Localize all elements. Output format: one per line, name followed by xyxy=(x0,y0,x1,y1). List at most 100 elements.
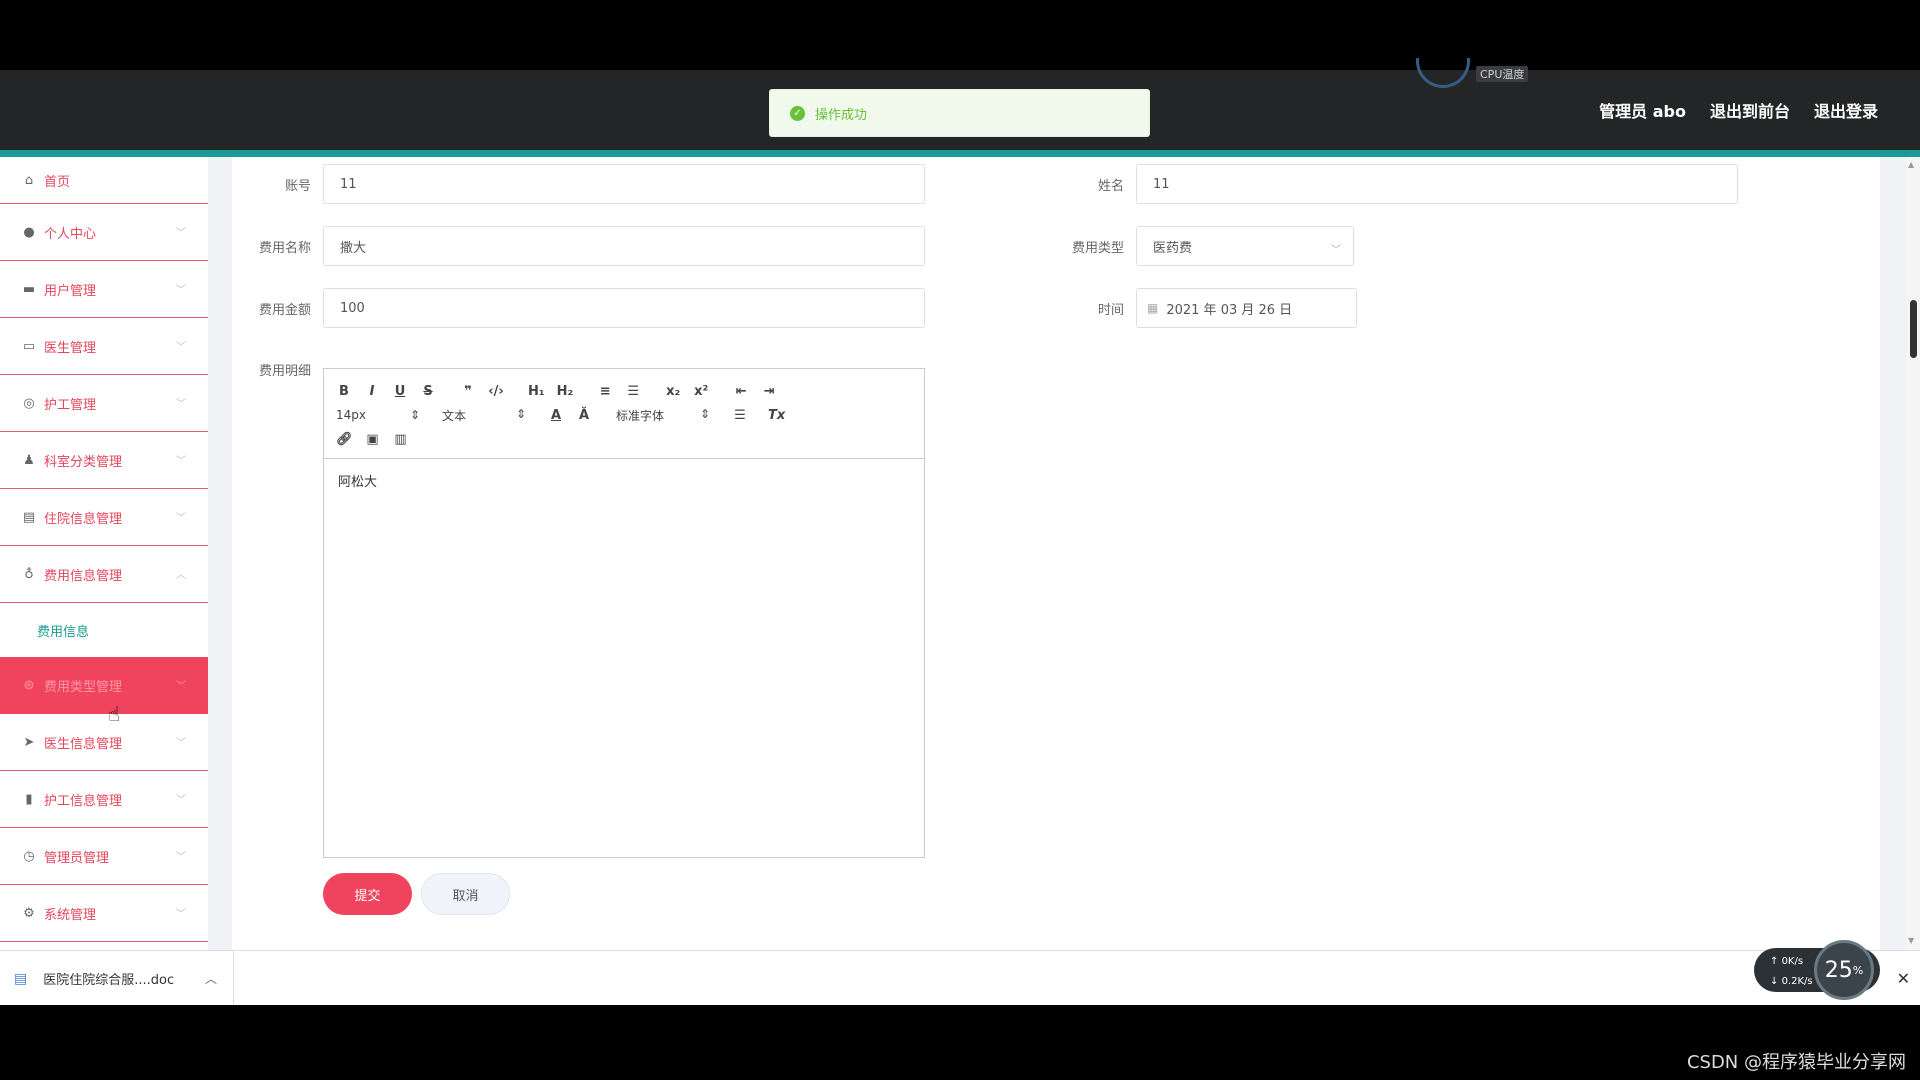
sidebar-item-label: 护工信息管理 xyxy=(44,793,123,809)
network-speeds: ↑ 0K/s ↓ 0.2K/s xyxy=(1770,952,1813,992)
font-size-select[interactable]: 14px ⇕ xyxy=(336,408,420,422)
chevron-up-icon[interactable]: ︿ xyxy=(205,970,217,987)
font-family-select[interactable]: 标准字体 ⇕ xyxy=(616,407,710,424)
strikethrough-icon[interactable]: S xyxy=(420,384,436,399)
text-color-icon[interactable]: A xyxy=(548,408,564,423)
indent-icon[interactable]: ⇥ xyxy=(761,384,777,399)
basketball-icon: ⊛ xyxy=(23,678,35,693)
bullet-list-icon[interactable]: ☰ xyxy=(625,384,641,399)
editor-content[interactable]: 阿松大 xyxy=(324,459,924,502)
fee-amount-input[interactable]: 100 xyxy=(323,288,925,328)
sidebar-item-home[interactable]: ⌂ 首页 xyxy=(0,157,208,204)
heading1-icon[interactable]: H₁ xyxy=(528,384,545,399)
main-left-gutter xyxy=(208,157,232,950)
subscript-icon[interactable]: x₂ xyxy=(665,384,681,399)
fee-type-select[interactable]: 医药费 ﹀ xyxy=(1136,226,1354,266)
background-color-icon[interactable]: Ă xyxy=(576,408,592,423)
document-icon: ▤ xyxy=(14,970,28,987)
sidebar-item-system[interactable]: ⚙ 系统管理 ﹀ xyxy=(0,885,208,942)
video-icon[interactable]: ▥ xyxy=(393,432,409,447)
chevron-down-icon: ﹀ xyxy=(176,909,186,920)
chevron-up-icon: ︿ xyxy=(176,570,186,581)
select-arrows-icon: ⇕ xyxy=(409,408,420,422)
ticket-icon: ▬ xyxy=(22,281,36,297)
download-bar: ▤ 医院住院综合服....doc ︿ ✕ xyxy=(0,950,1920,1006)
mic-icon: ♁ xyxy=(24,566,34,582)
link-icon[interactable]: 🔗︎ xyxy=(336,432,353,447)
success-toast: ✓ 操作成功 xyxy=(769,89,1150,137)
cpu-percent: 25 xyxy=(1824,957,1853,983)
sidebar-item-inpatient[interactable]: ▤ 住院信息管理 ﹀ xyxy=(0,489,208,546)
ordered-list-icon[interactable]: ≡ xyxy=(597,384,613,399)
close-icon[interactable]: ✕ xyxy=(1897,969,1910,988)
time-value: 2021 年 03 月 26 日 xyxy=(1166,302,1293,318)
chevron-down-icon: ﹀ xyxy=(176,342,186,353)
sidebar-item-label: 费用信息 xyxy=(37,624,90,640)
image-icon[interactable]: ▣ xyxy=(365,432,381,447)
hand-cursor-icon: ☝ xyxy=(108,702,121,726)
watermark: CSDN @程序猿毕业分享网 xyxy=(1686,1052,1906,1073)
clear-format-icon[interactable]: Tx xyxy=(768,408,785,423)
name-label: 姓名 xyxy=(1097,179,1124,194)
italic-icon[interactable]: I xyxy=(364,384,380,399)
sidebar-item-label: 医生信息管理 xyxy=(44,736,123,752)
sidebar-item-label: 费用信息管理 xyxy=(44,568,123,584)
superscript-icon[interactable]: x² xyxy=(693,384,709,399)
cancel-button[interactable]: 取消 xyxy=(421,873,510,915)
sidebar-subitem-fee-info[interactable]: 费用信息 xyxy=(0,603,208,657)
code-icon[interactable]: ‹/› xyxy=(488,384,504,399)
top-black-bar xyxy=(0,0,1920,70)
fee-detail-label: 费用明细 xyxy=(258,364,311,379)
chevron-down-icon: ﹀ xyxy=(176,738,186,749)
sidebar-item-doctors[interactable]: ▭ 医生管理 ﹀ xyxy=(0,318,208,375)
sidebar-item-personal[interactable]: ● 个人中心 ﹀ xyxy=(0,204,208,261)
bold-icon[interactable]: B xyxy=(336,384,352,399)
sidebar-item-doctor-info[interactable]: ➤ 医生信息管理 ﹀ xyxy=(0,714,208,771)
admin-user-link[interactable]: 管理员 abo xyxy=(1599,98,1686,122)
scroll-down-arrow-icon[interactable]: ▼ xyxy=(1908,936,1914,945)
blockquote-icon[interactable]: ❞ xyxy=(460,384,476,399)
cpu-percent-unit: % xyxy=(1852,963,1864,977)
heading2-icon[interactable]: H₂ xyxy=(557,384,574,399)
header-accent-line xyxy=(0,150,1920,157)
chevron-down-icon: ﹀ xyxy=(176,228,186,239)
user-icon: ● xyxy=(23,224,35,240)
sidebar-item-admins[interactable]: ◷ 管理员管理 ﹀ xyxy=(0,828,208,885)
outdent-icon[interactable]: ⇤ xyxy=(733,384,749,399)
logout-link[interactable]: 退出登录 xyxy=(1814,98,1878,122)
header-links: 管理员 abo 退出到前台 退出登录 xyxy=(1599,98,1878,122)
chevron-down-icon: ﹀ xyxy=(176,513,186,524)
fee-name-input[interactable]: 撒大 xyxy=(323,226,925,266)
sidebar-item-label: 科室分类管理 xyxy=(44,454,123,470)
format-value: 文本 xyxy=(442,408,467,423)
sidebar-item-nurses[interactable]: ◎ 护工管理 ﹀ xyxy=(0,375,208,432)
home-icon: ⌂ xyxy=(24,172,34,188)
align-icon[interactable]: ☰ xyxy=(732,408,748,423)
scroll-up-arrow-icon[interactable]: ▲ xyxy=(1908,160,1914,169)
scrollbar-thumb[interactable] xyxy=(1910,300,1917,358)
download-speed: 0.2K/s xyxy=(1781,976,1813,987)
time-date-picker[interactable]: ▦ 2021 年 03 月 26 日 xyxy=(1136,288,1357,328)
account-input[interactable]: 11 xyxy=(323,164,925,204)
chevron-down-icon: ﹀ xyxy=(176,456,186,467)
sidebar-item-label: 用户管理 xyxy=(44,283,97,299)
chat-icon: ▤ xyxy=(22,509,36,525)
font-size-value: 14px xyxy=(336,408,366,422)
download-item[interactable]: ▤ 医院住院综合服....doc ︿ xyxy=(14,951,234,1006)
toast-message: 操作成功 xyxy=(815,107,868,123)
submit-button[interactable]: 提交 xyxy=(323,873,412,915)
sidebar-item-fee-types[interactable]: ⊛ 费用类型管理 ﹀ xyxy=(0,657,208,714)
scrollbar[interactable] xyxy=(1906,157,1920,950)
sidebar-item-label: 个人中心 xyxy=(44,226,97,242)
name-input[interactable]: 11 xyxy=(1136,164,1738,204)
sidebar-item-users[interactable]: ▬ 用户管理 ﹀ xyxy=(0,261,208,318)
sidebar-item-departments[interactable]: ♟ 科室分类管理 ﹀ xyxy=(0,432,208,489)
underline-icon[interactable]: U xyxy=(392,384,408,399)
sidebar-item-fee-info-mgmt[interactable]: ♁ 费用信息管理 ︿ xyxy=(0,546,208,603)
front-page-link[interactable]: 退出到前台 xyxy=(1710,98,1790,122)
bar-chart-icon: ▮ xyxy=(25,791,33,807)
sidebar-item-label: 系统管理 xyxy=(44,907,97,923)
sidebar-item-nurse-info[interactable]: ▮ 护工信息管理 ﹀ xyxy=(0,771,208,828)
header-format-select[interactable]: 文本 ⇕ xyxy=(442,407,526,424)
check-circle-icon: ✓ xyxy=(790,105,805,121)
